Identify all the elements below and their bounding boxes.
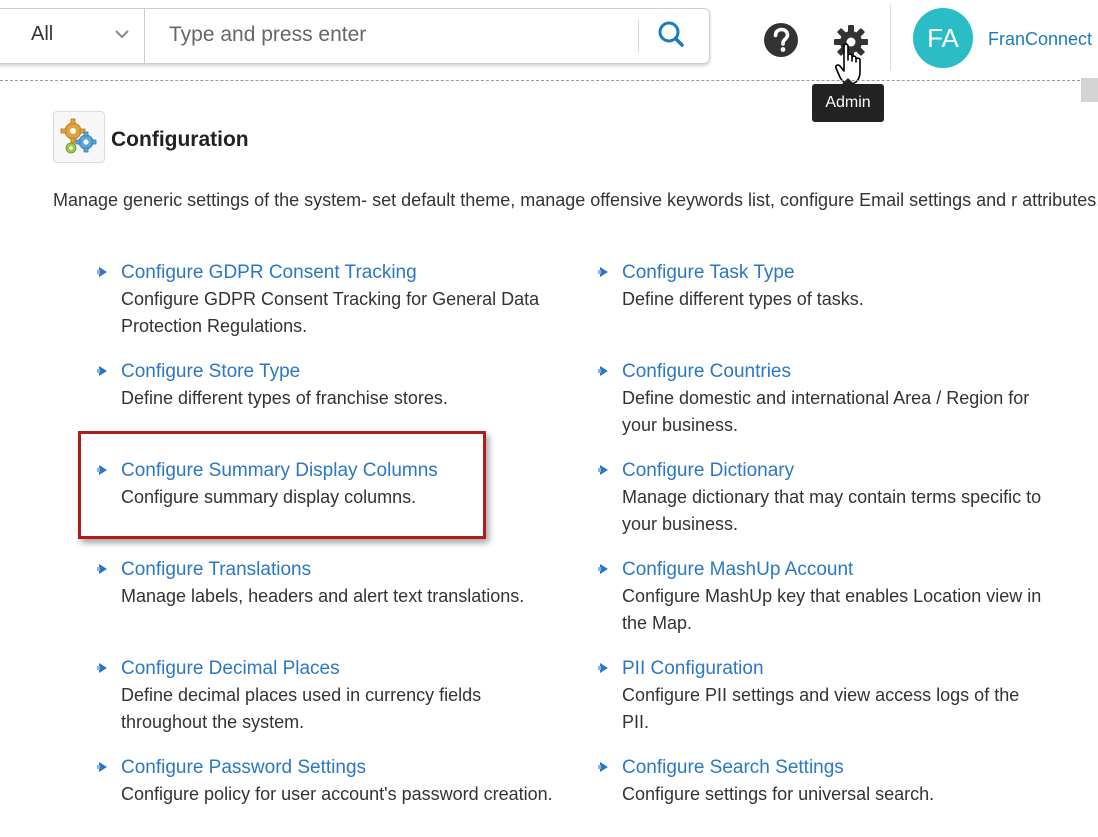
link-configure-search-settings[interactable]: Configure Search Settings	[622, 754, 1042, 781]
admin-tooltip: Admin	[812, 78, 884, 122]
configuration-icon-box	[53, 111, 105, 163]
item-description: Configure GDPR Consent Tracking for Gene…	[121, 289, 540, 336]
list-item: Configure GDPR Consent Tracking Configur…	[97, 259, 561, 340]
link-configure-countries[interactable]: Configure Countries	[622, 358, 1042, 385]
search-divider	[638, 20, 639, 52]
bullet-icon	[598, 663, 608, 673]
link-configure-task-type[interactable]: Configure Task Type	[622, 259, 1042, 286]
list-item: Configure Translations Manage labels, he…	[97, 556, 561, 610]
scrollbar-edge	[1081, 78, 1098, 102]
bullet-icon	[598, 267, 608, 277]
bullet-icon	[598, 366, 608, 376]
list-item: Configure MashUp Account Configure MashU…	[598, 556, 1042, 637]
bullet-icon	[97, 564, 107, 574]
list-item: Configure Dictionary Manage dictionary t…	[598, 457, 1042, 538]
page-title: Configuration	[111, 128, 249, 151]
help-icon[interactable]	[763, 22, 799, 58]
item-description: Configure PII settings and view access l…	[622, 685, 1020, 732]
link-configure-store-type[interactable]: Configure Store Type	[121, 358, 561, 385]
page-description: Manage generic settings of the system- s…	[53, 190, 1098, 210]
list-item: Configure Task Type Define different typ…	[598, 259, 1042, 313]
link-configure-dictionary[interactable]: Configure Dictionary	[622, 457, 1042, 484]
avatar[interactable]: FA	[913, 8, 973, 68]
header-separator	[890, 4, 891, 70]
bullet-icon	[97, 366, 107, 376]
link-configure-gdpr-consent-tracking[interactable]: Configure GDPR Consent Tracking	[121, 259, 561, 286]
configuration-gears-icon	[60, 118, 97, 154]
top-bar-divider	[0, 80, 1080, 81]
item-description: Define different types of franchise stor…	[121, 388, 448, 408]
link-configure-decimal-places[interactable]: Configure Decimal Places	[121, 655, 561, 682]
link-configure-password-settings[interactable]: Configure Password Settings	[121, 754, 561, 781]
search-icon	[658, 21, 684, 47]
link-configure-translations[interactable]: Configure Translations	[121, 556, 561, 583]
search-input[interactable]	[147, 11, 649, 59]
item-description: Configure MashUp key that enables Locati…	[622, 586, 1042, 633]
list-item: Configure Decimal Places Define decimal …	[97, 655, 561, 736]
link-pii-configuration[interactable]: PII Configuration	[622, 655, 1042, 682]
search-bar: All	[0, 8, 710, 64]
list-item: Configure Password Settings Configure po…	[97, 754, 561, 808]
list-item: PII Configuration Configure PII settings…	[598, 655, 1042, 736]
list-item: Configure Search Settings Configure sett…	[598, 754, 1042, 808]
link-configure-summary-display-columns[interactable]: Configure Summary Display Columns	[121, 457, 561, 484]
search-scope-select[interactable]: All	[0, 9, 145, 63]
search-button[interactable]	[651, 17, 693, 55]
bullet-icon	[97, 267, 107, 277]
list-item: Configure Store Type Define different ty…	[97, 358, 561, 412]
item-description: Define different types of tasks.	[622, 289, 864, 309]
item-description: Define decimal places used in currency f…	[121, 685, 482, 732]
bullet-icon	[598, 762, 608, 772]
link-configure-mashup-account[interactable]: Configure MashUp Account	[622, 556, 1042, 583]
user-name[interactable]: FranConnect	[988, 29, 1092, 50]
bullet-icon	[97, 762, 107, 772]
item-description: Define domestic and international Area /…	[622, 388, 1030, 435]
bullet-icon	[97, 663, 107, 673]
item-description: Configure policy for user account's pass…	[121, 784, 553, 804]
list-item: Configure Summary Display Columns Config…	[97, 457, 561, 511]
bullet-icon	[598, 564, 608, 574]
item-description: Configure settings for universal search.	[622, 784, 935, 804]
item-description: Manage dictionary that may contain terms…	[622, 487, 1042, 534]
top-bar: All Type and press enter FA FranConnect	[0, 0, 1098, 85]
search-scope-value: All	[31, 23, 54, 45]
chevron-down-icon	[115, 30, 129, 39]
item-description: Manage labels, headers and alert text tr…	[121, 586, 525, 606]
bullet-icon	[598, 465, 608, 475]
bullet-icon	[97, 465, 107, 475]
item-description: Configure summary display columns.	[121, 487, 417, 507]
list-item: Configure Countries Define domestic and …	[598, 358, 1042, 439]
